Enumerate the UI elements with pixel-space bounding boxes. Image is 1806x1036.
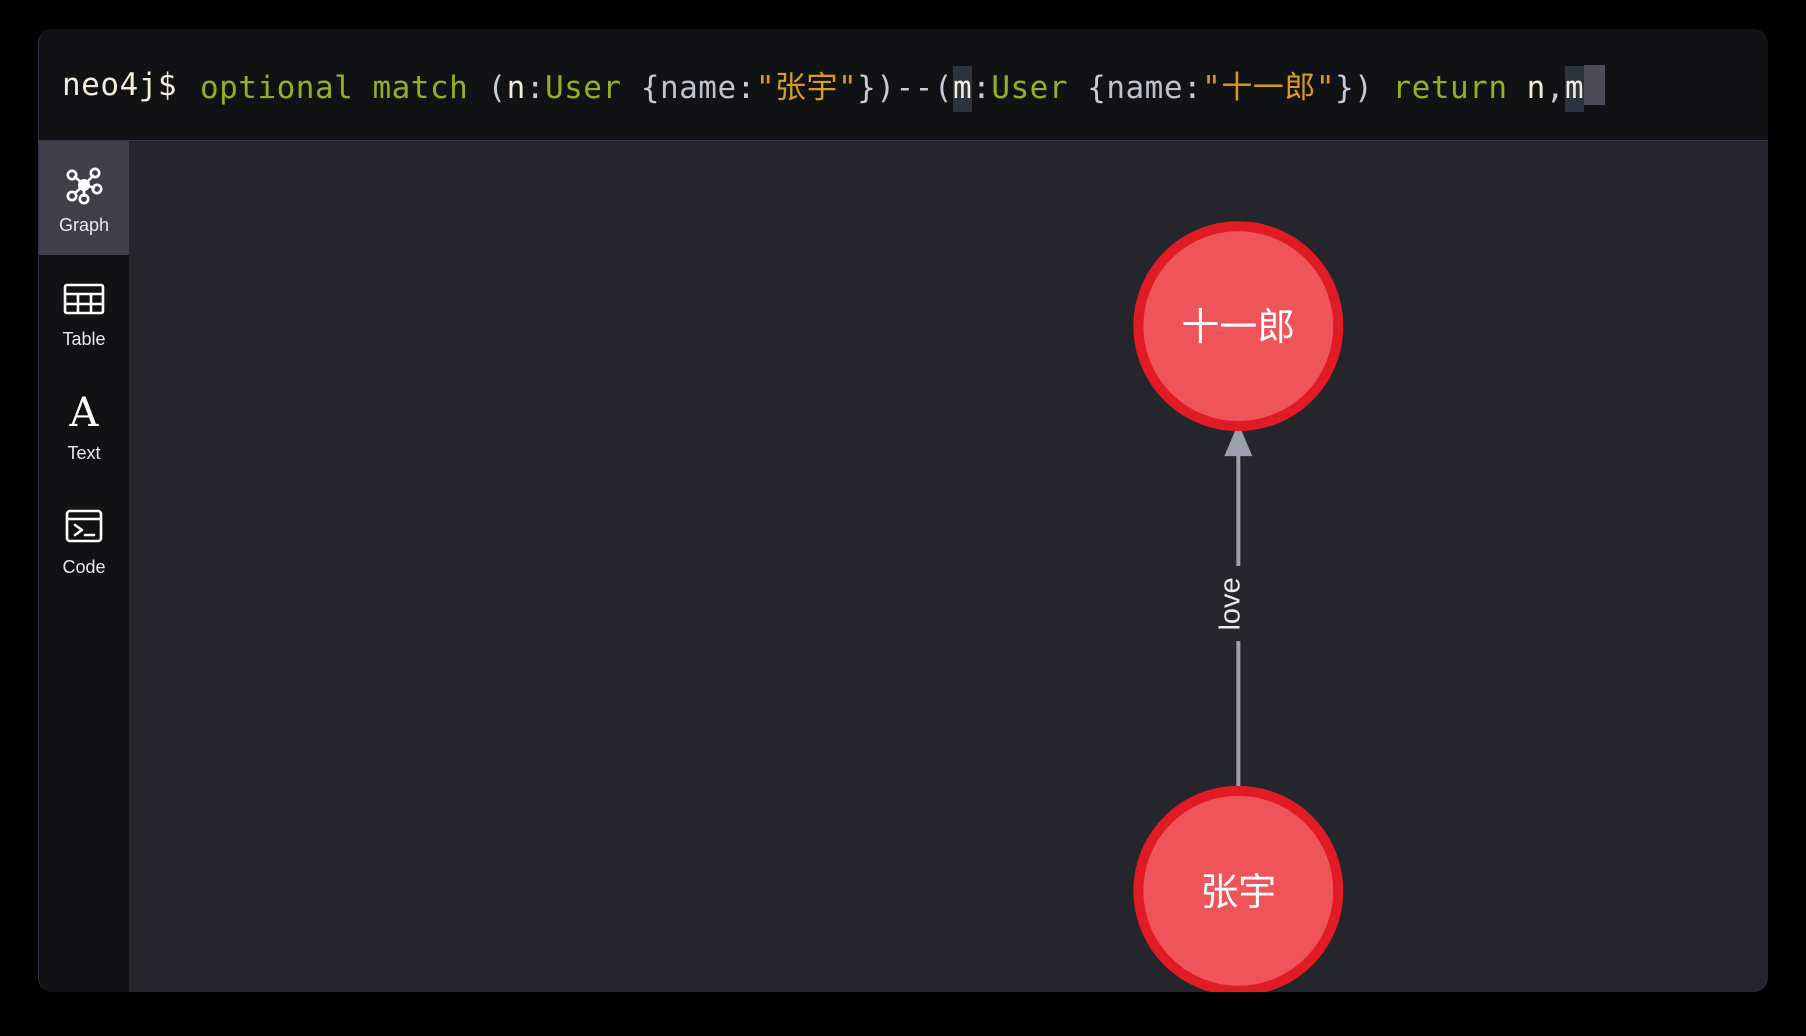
query-token-punct: :: [1182, 70, 1203, 106]
sidebar-item-code[interactable]: Code: [39, 483, 129, 597]
sidebar-item-table[interactable]: Table: [39, 255, 129, 369]
text-caret: [1584, 64, 1606, 105]
result-view-sidebar: Graph Table A Text Code: [39, 141, 129, 992]
graph-network-icon: [63, 161, 105, 209]
sidebar-item-text-label: Text: [67, 442, 101, 463]
query-token-punct: }: [857, 70, 877, 106]
query-token-punct: (: [933, 70, 953, 106]
query-token-label: User: [991, 70, 1068, 106]
query-token-property: name: [1106, 70, 1183, 106]
query-token-plain: [468, 70, 487, 106]
query-token-punct: }: [1334, 70, 1355, 106]
query-input[interactable]: optional match (n:User {name:"张宇"})--(m:…: [199, 62, 1585, 112]
query-token-plain: [1373, 70, 1392, 106]
editor-prompt-label: neo4j$: [62, 66, 177, 103]
graph-node-m-caption: 十一郎: [1181, 305, 1295, 349]
sidebar-item-table-label: Table: [62, 328, 106, 349]
query-token-keyword: return: [1392, 70, 1508, 106]
code-terminal-icon: [63, 503, 105, 551]
query-token-punct: ): [876, 70, 896, 106]
query-token-keyword: optional: [199, 70, 354, 106]
graph-visualization-canvas[interactable]: love 十一郎 张宇: [129, 141, 1768, 992]
query-token-keyword: match: [372, 70, 469, 106]
sidebar-item-text[interactable]: A Text: [39, 369, 129, 483]
query-editor-bar[interactable]: neo4j$ optional match (n:User {name:"张宇"…: [39, 29, 1768, 141]
text-letter-a-icon: A: [63, 389, 105, 437]
sidebar-item-graph-label: Graph: [58, 214, 110, 235]
query-token-plain: [1068, 70, 1087, 106]
query-token-string: "十一郎": [1202, 70, 1335, 106]
query-token-plain: [353, 70, 372, 106]
graph-node-n-caption: 张宇: [1200, 870, 1276, 914]
query-token-punct: ): [1354, 70, 1374, 106]
svg-text:A: A: [69, 392, 100, 434]
query-token-plain: [1507, 70, 1526, 106]
query-token-relationship: --: [895, 70, 934, 106]
relationship-type-label: love: [1214, 577, 1246, 630]
query-token-variable-highlighted: m: [1565, 66, 1585, 112]
query-token-label: User: [544, 70, 622, 106]
graph-svg[interactable]: love 十一郎 张宇: [129, 141, 1768, 992]
query-token-punct: {: [1087, 70, 1107, 106]
query-token-punct: {: [640, 70, 660, 106]
query-token-variable: n: [1526, 70, 1546, 106]
query-token-punct: :: [736, 70, 756, 106]
query-token-punct: (: [487, 70, 507, 106]
query-token-plain: [622, 70, 641, 106]
sidebar-item-code-label: Code: [62, 556, 106, 577]
query-token-variable-highlighted: m: [952, 66, 973, 112]
query-token-variable: n: [506, 70, 526, 106]
table-grid-icon: [63, 275, 105, 323]
query-token-string: "张宇": [755, 70, 858, 106]
query-token-punct: ,: [1545, 70, 1565, 106]
query-token-punct: :: [972, 70, 992, 106]
result-body: Graph Table A Text Code love 十一郎 张宇: [39, 141, 1768, 992]
sidebar-item-graph[interactable]: Graph: [39, 141, 129, 255]
query-token-property: name: [659, 70, 737, 106]
neo4j-browser-window: neo4j$ optional match (n:User {name:"张宇"…: [38, 29, 1768, 992]
query-token-punct: :: [525, 70, 545, 106]
